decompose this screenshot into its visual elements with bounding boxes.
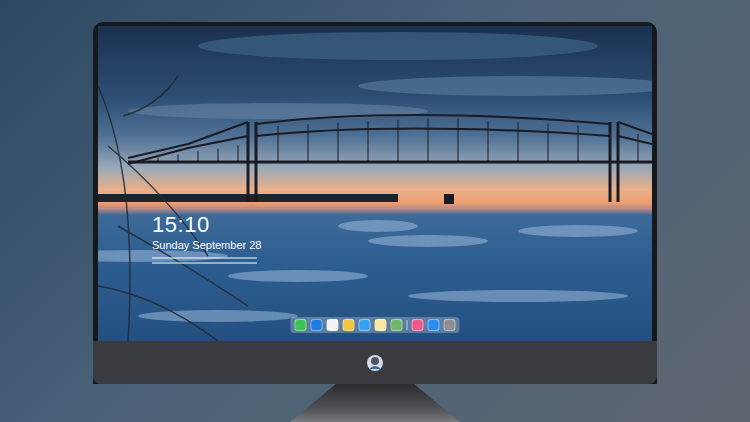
dock-app-icon[interactable]: [295, 319, 307, 331]
dock-app-icon[interactable]: [359, 319, 371, 331]
dock-app-icon[interactable]: [311, 319, 323, 331]
dock-divider: [407, 320, 408, 330]
monitor: 15:10Sunday September 28: [93, 22, 657, 384]
screen[interactable]: 15:10Sunday September 28: [98, 26, 652, 341]
lock-clock: 15:10Sunday September 28: [152, 212, 261, 264]
wallpaper-photo: [98, 26, 652, 341]
monitor-stand: [290, 384, 460, 422]
caption-line: [152, 262, 257, 264]
page: 15:10Sunday September 28: [0, 0, 750, 422]
dock-app-icon[interactable]: [428, 319, 440, 331]
bridge-scene-icon: [98, 26, 652, 341]
monitor-chin: [93, 341, 657, 384]
dock-app-icon[interactable]: [375, 319, 387, 331]
dock-app-icon[interactable]: [327, 319, 339, 331]
dock-app-icon[interactable]: [412, 319, 424, 331]
dock-app-icon[interactable]: [391, 319, 403, 331]
dock: [291, 317, 460, 333]
clock-date: Sunday September 28: [152, 238, 261, 253]
dock-app-icon[interactable]: [444, 319, 456, 331]
logo-icon: [366, 354, 384, 372]
dock-app-icon[interactable]: [343, 319, 355, 331]
caption-line: [152, 257, 257, 259]
clock-time: 15:10: [152, 212, 261, 238]
